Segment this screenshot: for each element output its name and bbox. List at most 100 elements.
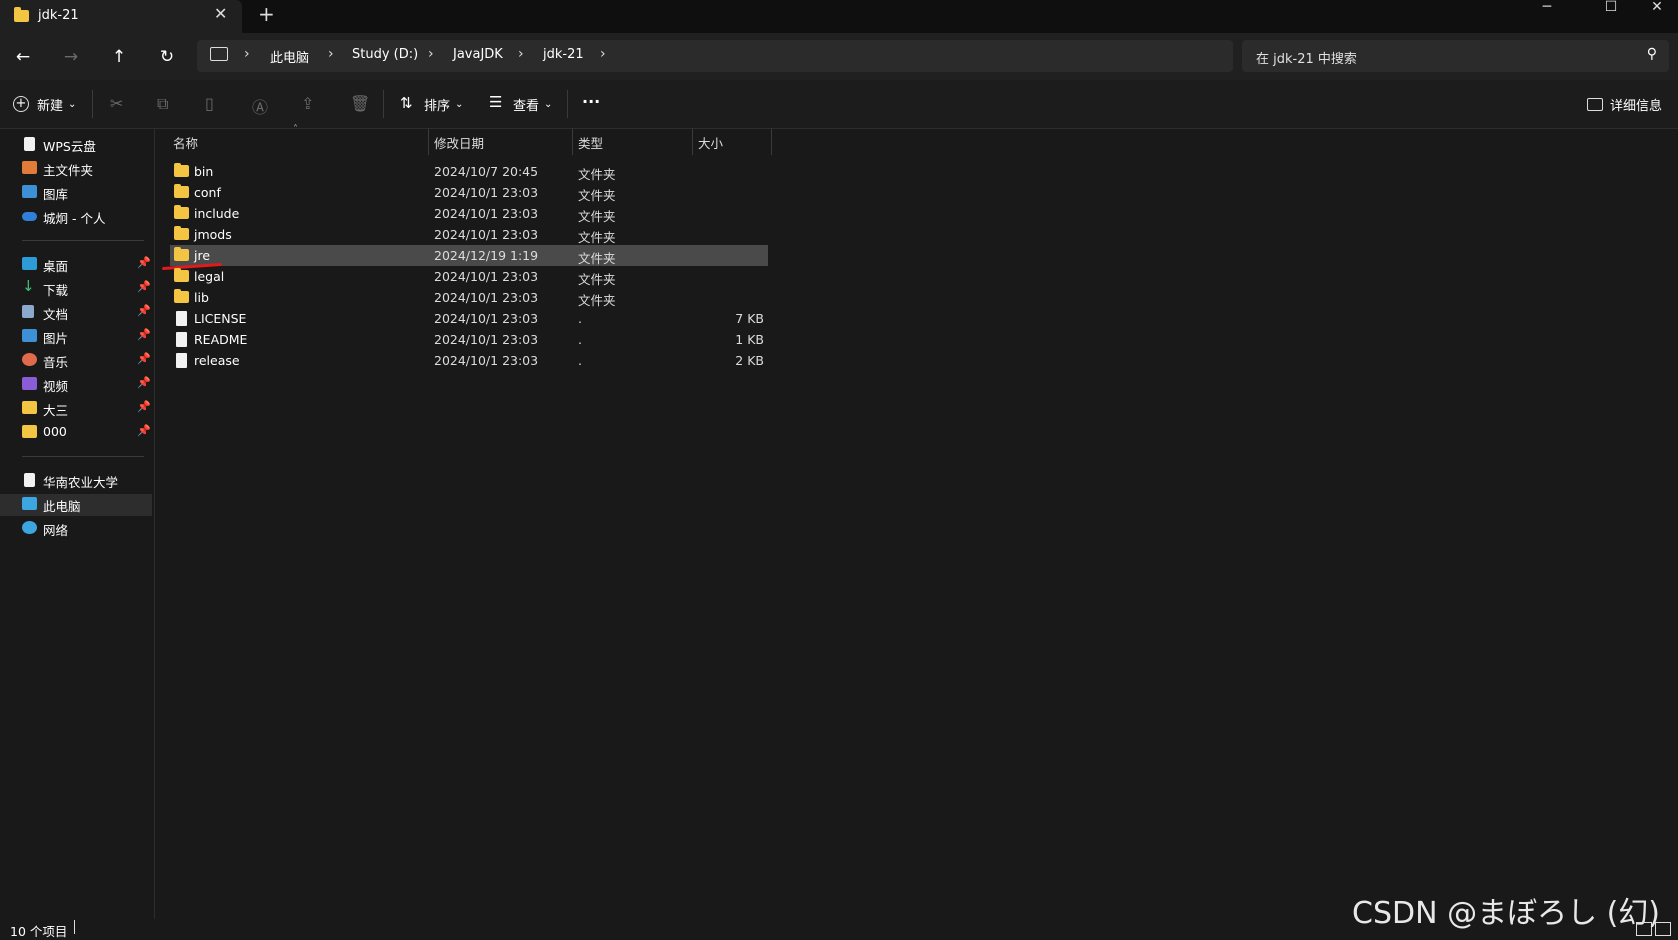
pin-icon[interactable]: 📌	[137, 256, 151, 269]
tiles-view-icon[interactable]	[1655, 922, 1671, 936]
back-button[interactable]: ←	[8, 44, 38, 70]
share-icon[interactable]: ⇪	[301, 94, 314, 113]
file-row[interactable]: bin 2024/10/7 20:45 文件夹	[170, 161, 768, 182]
breadcrumb-separator[interactable]: ›	[428, 46, 434, 62]
file-row[interactable]: release 2024/10/1 23:03 . 2 KB	[170, 350, 768, 371]
sidebar-item-pictures[interactable]: 图片 📌	[22, 325, 152, 347]
file-date: 2024/10/1 23:03	[434, 227, 539, 242]
divider	[383, 90, 384, 118]
sidebar-item-music[interactable]: 音乐 📌	[22, 349, 152, 371]
breadcrumb-javajdk[interactable]: JavaJDK	[453, 47, 503, 62]
copy-icon[interactable]: ⧉	[157, 94, 168, 114]
sidebar-item-home[interactable]: 主文件夹	[22, 157, 152, 179]
column-header-type[interactable]: 类型	[578, 133, 603, 152]
breadcrumb-study-d[interactable]: Study (D:)	[352, 47, 418, 62]
folder-icon	[174, 247, 189, 261]
sidebar-item-gallery[interactable]: 图库	[22, 181, 152, 203]
column-header-name[interactable]: 名称	[173, 133, 198, 152]
column-header-date[interactable]: 修改日期	[434, 133, 484, 152]
sidebar-item-desktop[interactable]: 桌面 📌	[22, 253, 152, 275]
file-size: 1 KB	[735, 332, 764, 347]
file-row[interactable]: lib 2024/10/1 23:03 文件夹	[170, 287, 768, 308]
pin-icon[interactable]: 📌	[137, 304, 151, 317]
breadcrumb-separator[interactable]: ›	[518, 46, 524, 62]
file-date: 2024/12/19 1:19	[434, 248, 539, 263]
file-row[interactable]: README 2024/10/1 23:03 . 1 KB	[170, 329, 768, 350]
tab-label: jdk-21	[38, 8, 79, 23]
file-name: README	[194, 332, 248, 347]
sidebar-item-label: 视频	[43, 379, 69, 394]
column-divider[interactable]	[428, 129, 429, 155]
refresh-button[interactable]: ↻	[152, 44, 182, 70]
file-row[interactable]: LICENSE 2024/10/1 23:03 . 7 KB	[170, 308, 768, 329]
file-row[interactable]: conf 2024/10/1 23:03 文件夹	[170, 182, 768, 203]
column-header-size[interactable]: 大小	[698, 133, 723, 152]
file-row[interactable]: legal 2024/10/1 23:03 文件夹	[170, 266, 768, 287]
pin-icon[interactable]: 📌	[137, 376, 151, 389]
divider	[22, 456, 144, 457]
file-date: 2024/10/1 23:03	[434, 206, 539, 221]
breadcrumb-separator[interactable]: ›	[328, 46, 334, 62]
sidebar-item-label: 城炯 - 个人	[43, 211, 106, 226]
view-toggle[interactable]	[1636, 922, 1674, 936]
pin-icon[interactable]: 📌	[137, 328, 151, 341]
pin-icon[interactable]: 📌	[137, 424, 151, 437]
plus-circle-icon: +	[13, 96, 29, 112]
sidebar-item-000[interactable]: 000 📌	[22, 421, 152, 443]
search-input[interactable]: 在 jdk-21 中搜索	[1256, 48, 1357, 67]
rename-icon[interactable]: Ⓐ	[252, 94, 268, 118]
file-row[interactable]: include 2024/10/1 23:03 文件夹	[170, 203, 768, 224]
up-button[interactable]: ↑	[104, 44, 134, 70]
sidebar-item-label: 下载	[43, 283, 69, 298]
new-tab-button[interactable]: +	[258, 2, 275, 26]
sidebar-item-wps-cloud[interactable]: WPS云盘	[22, 133, 152, 155]
minimize-button[interactable]: ─	[1524, 0, 1570, 33]
file-row-selected[interactable]: jre 2024/12/19 1:19 文件夹	[170, 245, 768, 266]
more-options-button[interactable]: ···	[582, 92, 600, 111]
watermark: CSDN @まぼろし (幻)	[1352, 896, 1661, 931]
details-view-icon[interactable]	[1636, 922, 1652, 936]
column-divider[interactable]	[572, 129, 573, 155]
folder-icon	[174, 205, 189, 219]
pin-icon[interactable]: 📌	[137, 400, 151, 413]
sidebar-item-network[interactable]: 网络	[22, 517, 152, 539]
tab-jdk-21[interactable]: jdk-21 ✕	[0, 0, 242, 33]
pin-icon[interactable]: 📌	[137, 280, 151, 293]
file-icon	[176, 311, 187, 326]
breadcrumb-jdk-21[interactable]: jdk-21	[543, 47, 584, 62]
delete-icon[interactable]: 🗑	[350, 94, 370, 113]
sort-button[interactable]: 排序	[424, 95, 450, 114]
cut-icon[interactable]: ✂	[110, 94, 123, 113]
sidebar-item-label: 图片	[43, 331, 69, 346]
status-divider	[74, 920, 75, 934]
sidebar-item-videos[interactable]: 视频 📌	[22, 373, 152, 395]
file-type: 文件夹	[578, 209, 616, 224]
file-name: jre	[194, 248, 211, 263]
breadcrumb-this-pc[interactable]: 此电脑	[270, 47, 309, 66]
search-box[interactable]: 在 jdk-21 中搜索 ⚲	[1242, 40, 1669, 72]
maximize-button[interactable]: ☐	[1588, 0, 1634, 33]
sidebar-item-onedrive[interactable]: 城炯 - 个人	[22, 205, 152, 227]
sidebar-item-scau[interactable]: 华南农业大学	[22, 469, 152, 491]
breadcrumb-separator[interactable]: ›	[600, 46, 606, 62]
details-button[interactable]: 详细信息	[1610, 95, 1662, 114]
pin-icon[interactable]: 📌	[137, 352, 151, 365]
sidebar-item-dasan[interactable]: 大三 📌	[22, 397, 152, 419]
sidebar-item-documents[interactable]: 文档 📌	[22, 301, 152, 323]
tab-close-icon[interactable]: ✕	[214, 4, 227, 23]
onedrive-icon	[22, 212, 37, 221]
file-row[interactable]: jmods 2024/10/1 23:03 文件夹	[170, 224, 768, 245]
view-button[interactable]: 查看	[513, 95, 539, 114]
file-size: 7 KB	[735, 311, 764, 326]
music-icon	[22, 353, 37, 366]
paste-icon[interactable]: ▯	[205, 94, 214, 113]
sidebar-item-label: 000	[43, 424, 67, 439]
breadcrumb-separator[interactable]: ›	[244, 46, 250, 62]
column-divider[interactable]	[692, 129, 693, 155]
close-window-button[interactable]: ✕	[1634, 0, 1678, 33]
forward-button[interactable]: →	[56, 44, 86, 70]
column-divider[interactable]	[771, 129, 772, 155]
new-button[interactable]: 新建	[37, 95, 63, 114]
sidebar-item-this-pc[interactable]: 此电脑	[22, 493, 152, 515]
sidebar-item-downloads[interactable]: ↓ 下载 📌	[22, 277, 152, 299]
